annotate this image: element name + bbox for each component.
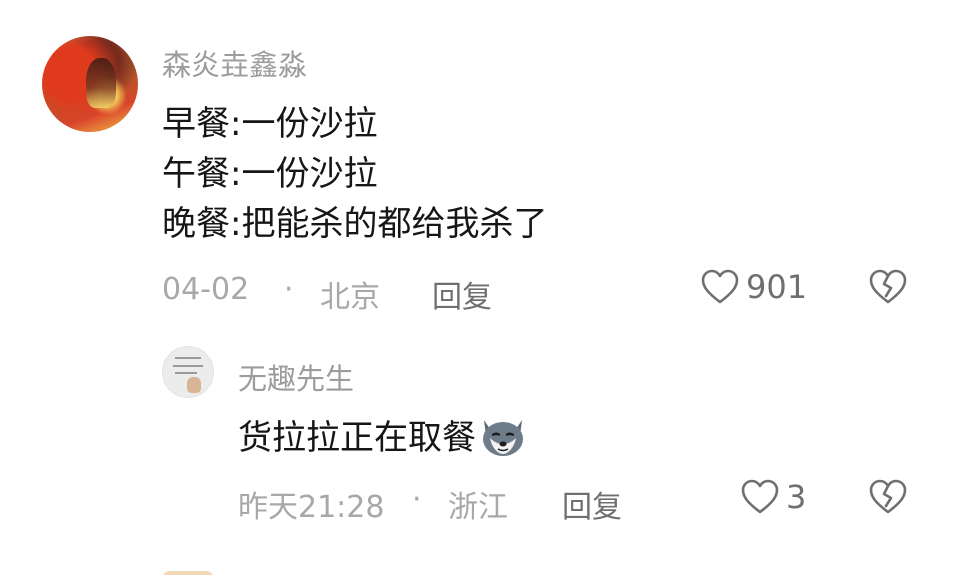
avatar-detail bbox=[175, 357, 201, 359]
comment-location: 北京 bbox=[320, 280, 380, 315]
meta-separator: · bbox=[412, 482, 422, 517]
broken-heart-icon[interactable] bbox=[868, 268, 908, 306]
comment-date: 04-02 bbox=[162, 272, 250, 307]
avatar-detail bbox=[175, 372, 197, 374]
reply-reply-button[interactable]: 回复 bbox=[562, 482, 622, 526]
next-comment-avatar bbox=[162, 571, 214, 575]
comment-thread: 森炎垚鑫淼 早餐:一份沙拉 午餐:一份沙拉 晚餐:把能杀的都给我杀了 04-02… bbox=[0, 0, 960, 575]
avatar-detail bbox=[173, 365, 203, 367]
like-button[interactable]: 901 bbox=[700, 268, 807, 306]
comment-line-lunch: 午餐:一份沙拉 bbox=[162, 154, 378, 194]
reply-date: 昨天21:28 bbox=[238, 490, 385, 525]
comment-line-dinner: 晚餐:把能杀的都给我杀了 bbox=[162, 204, 548, 244]
broken-heart-icon[interactable] bbox=[868, 478, 908, 516]
comment-line-breakfast: 早餐:一份沙拉 bbox=[162, 104, 378, 144]
reply-avatar[interactable] bbox=[162, 346, 214, 398]
heart-outline-icon bbox=[741, 479, 779, 514]
comment-username[interactable]: 森炎垚鑫淼 bbox=[162, 42, 307, 84]
reply-like-button[interactable]: 3 bbox=[740, 478, 806, 516]
avatar-figure bbox=[86, 58, 116, 108]
reply-like-count: 3 bbox=[786, 478, 807, 516]
reply-location: 浙江 bbox=[448, 490, 508, 525]
reply-text: 货拉拉正在取餐 bbox=[238, 418, 476, 458]
husky-dog-emoji bbox=[483, 419, 523, 456]
avatar[interactable] bbox=[42, 36, 138, 132]
reply-username[interactable]: 无趣先生 bbox=[238, 356, 354, 398]
reply-content: 货拉拉正在取餐 bbox=[238, 414, 528, 462]
heart-outline-icon bbox=[701, 269, 739, 304]
meta-separator: · bbox=[284, 272, 294, 307]
avatar-detail bbox=[187, 377, 201, 393]
like-count: 901 bbox=[746, 268, 808, 306]
reply-button[interactable]: 回复 bbox=[432, 272, 492, 316]
